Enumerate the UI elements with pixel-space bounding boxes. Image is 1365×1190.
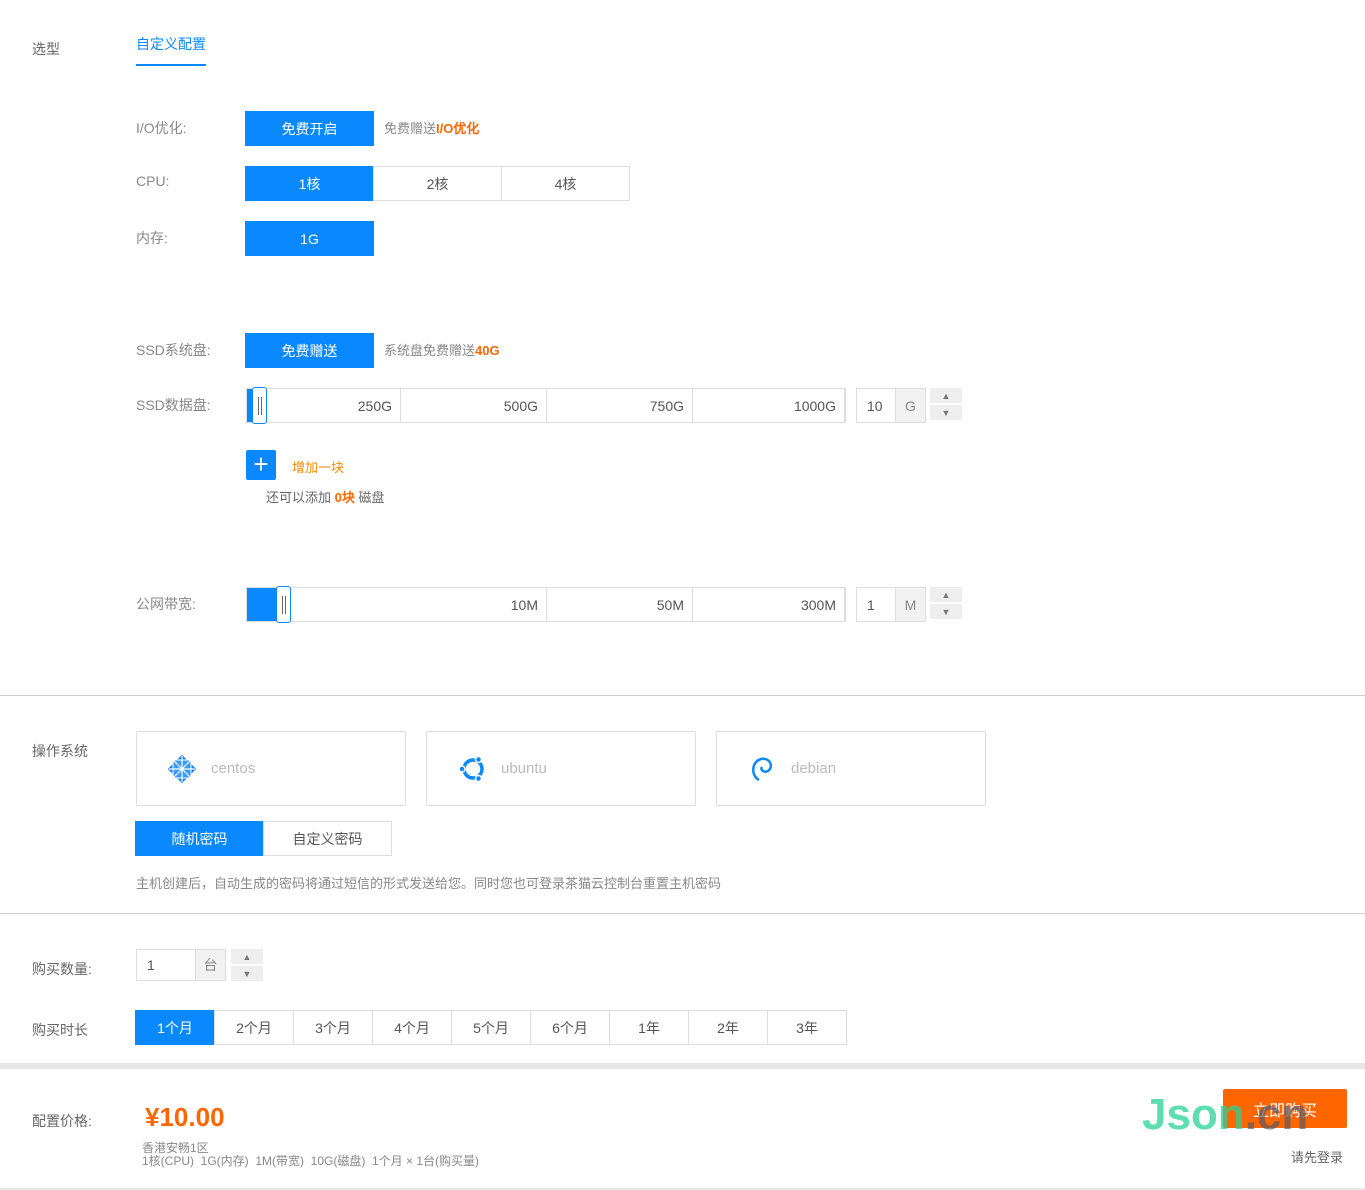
- tab-custom-config[interactable]: 自定义配置: [136, 34, 206, 66]
- os-label: 操作系统: [32, 743, 88, 759]
- add-disk-plus-icon[interactable]: +: [246, 450, 276, 480]
- slider-handle[interactable]: [276, 586, 291, 623]
- duration-option[interactable]: 1个月: [135, 1010, 215, 1045]
- duration-label: 购买时长: [32, 1022, 88, 1038]
- os-name: centos: [211, 760, 256, 777]
- ssd-data-input[interactable]: 10 G: [856, 388, 926, 423]
- debian-icon: [752, 757, 773, 781]
- tick-300m: 300M: [693, 588, 845, 621]
- duration-option[interactable]: 3年: [767, 1010, 847, 1045]
- io-hint: 免费赠送I/O优化: [384, 121, 480, 136]
- decrement-icon[interactable]: ▼: [930, 604, 962, 619]
- os-option-debian[interactable]: debian: [716, 731, 986, 806]
- increment-icon[interactable]: ▲: [231, 949, 263, 964]
- decrement-icon[interactable]: ▼: [231, 966, 263, 981]
- io-enable-button[interactable]: 免费开启: [245, 111, 374, 146]
- ubuntu-icon: [458, 755, 484, 782]
- ssd-data-unit: G: [895, 389, 925, 422]
- bandwidth-input[interactable]: 1M: [856, 587, 926, 622]
- duration-option[interactable]: 4个月: [372, 1010, 452, 1045]
- duration-option[interactable]: 2年: [688, 1010, 768, 1045]
- ssd-data-value[interactable]: 10: [857, 389, 895, 422]
- tick-750g: 750G: [547, 389, 693, 422]
- add-disk-link[interactable]: 增加一块: [292, 457, 344, 476]
- quantity-input[interactable]: 1台: [136, 949, 226, 981]
- ssd-system-hint: 系统盘免费赠送40G: [384, 343, 500, 358]
- cpu-label: CPU:: [136, 173, 170, 189]
- os-option-ubuntu[interactable]: ubuntu: [426, 731, 696, 806]
- duration-option[interactable]: 2个月: [214, 1010, 294, 1045]
- duration-option[interactable]: 1年: [609, 1010, 689, 1045]
- memory-option-1g[interactable]: 1G: [245, 221, 374, 256]
- section-label-model: 选型: [32, 41, 60, 57]
- password-note: 主机创建后，自动生成的密码将通过短信的形式发送给您。同时您也可登录茶猫云控制台重…: [136, 876, 722, 891]
- price-label: 配置价格:: [32, 1113, 92, 1129]
- tick-1000g: 1000G: [693, 389, 845, 422]
- decrement-icon[interactable]: ▼: [930, 405, 962, 420]
- login-link[interactable]: 请先登录: [1291, 1147, 1343, 1166]
- bandwidth-value[interactable]: 1: [857, 588, 895, 621]
- tick-10m: 10M: [247, 588, 547, 621]
- divider: [0, 913, 1365, 914]
- config-summary: 1核(CPU) 1G(内存) 1M(带宽) 10G(磁盘) 1个月 × 1台(购…: [142, 1154, 480, 1168]
- footer-divider: [0, 1063, 1365, 1069]
- quantity-label: 购买数量:: [32, 961, 92, 977]
- tick-500g: 500G: [401, 389, 547, 422]
- os-name: ubuntu: [501, 760, 547, 777]
- password-custom-button[interactable]: 自定义密码: [263, 821, 392, 856]
- cpu-option-1[interactable]: 1核: [245, 166, 374, 201]
- io-label: I/O优化:: [136, 120, 187, 136]
- ssd-data-label: SSD数据盘:: [136, 397, 211, 413]
- bandwidth-slider[interactable]: 10M 50M 300M: [246, 586, 846, 623]
- ssd-system-label: SSD系统盘:: [136, 342, 211, 358]
- buy-now-button[interactable]: 立即购买: [1223, 1089, 1347, 1128]
- duration-option[interactable]: 5个月: [451, 1010, 531, 1045]
- ssd-system-free-button[interactable]: 免费赠送: [245, 333, 374, 368]
- cpu-option-4[interactable]: 4核: [501, 166, 630, 201]
- password-random-button[interactable]: 随机密码: [135, 821, 264, 856]
- memory-label: 内存:: [136, 230, 168, 246]
- bandwidth-label: 公网带宽:: [136, 596, 196, 612]
- ssd-data-slider[interactable]: 250G 500G 750G 1000G: [246, 387, 846, 424]
- slider-handle[interactable]: [252, 387, 267, 424]
- increment-icon[interactable]: ▲: [930, 388, 962, 403]
- quantity-unit: 台: [195, 950, 225, 980]
- duration-option[interactable]: 3个月: [293, 1010, 373, 1045]
- duration-option[interactable]: 6个月: [530, 1010, 610, 1045]
- centos-icon: [167, 754, 197, 783]
- tick-250g: 250G: [247, 389, 401, 422]
- os-option-centos[interactable]: centos: [136, 731, 406, 806]
- divider: [0, 695, 1365, 696]
- price-value: ¥10.00: [145, 1102, 225, 1132]
- os-name: debian: [791, 760, 837, 777]
- quantity-value[interactable]: 1: [137, 950, 195, 980]
- tick-50m: 50M: [547, 588, 693, 621]
- cpu-option-2[interactable]: 2核: [373, 166, 502, 201]
- remaining-disks-text: 还可以添加 0块 磁盘: [266, 490, 385, 505]
- bandwidth-unit: M: [895, 588, 925, 621]
- increment-icon[interactable]: ▲: [930, 587, 962, 602]
